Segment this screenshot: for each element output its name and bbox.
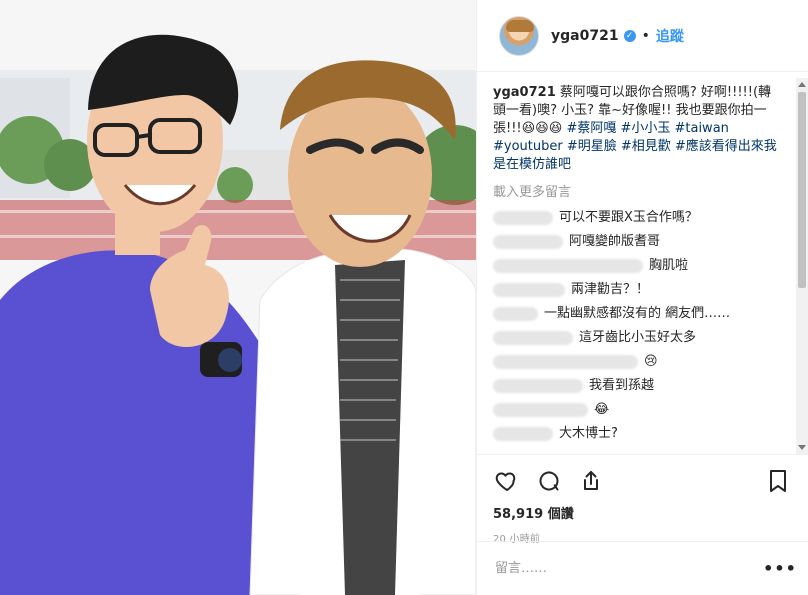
blurred-username bbox=[493, 379, 583, 393]
share-icon[interactable] bbox=[577, 467, 605, 495]
comment-row: 一點幽默感都沒有的 網友們…… bbox=[493, 302, 784, 326]
comment-icon[interactable] bbox=[535, 467, 563, 495]
likes-count[interactable]: 58,919 個讚 bbox=[493, 503, 792, 522]
post-sidebar: yga0721 ✓ • 追蹤 yga0721 蔡阿嘎可以跟你合照嗎? 好啊!!!… bbox=[476, 0, 808, 595]
comment-text: 兩津勸吉？！ bbox=[571, 282, 650, 297]
heart-icon[interactable] bbox=[493, 467, 521, 495]
blurred-username bbox=[493, 283, 565, 297]
scroll-up-icon[interactable] bbox=[798, 82, 806, 87]
comment-text: 可以不要跟X玉合作嗎？ bbox=[559, 210, 698, 225]
blurred-username bbox=[493, 355, 638, 369]
comment-text: 一點幽默感都沒有的 網友們…… bbox=[544, 306, 731, 321]
comment-text: 這牙齒比小玉好太多 bbox=[579, 330, 697, 345]
comment-row: 這牙齒比小玉好太多 bbox=[493, 326, 784, 350]
dot-separator: • bbox=[641, 27, 650, 44]
verified-badge-icon: ✓ bbox=[623, 29, 636, 42]
comment-row: 😢 bbox=[493, 350, 784, 374]
comments-scrollbar[interactable] bbox=[796, 78, 808, 454]
username[interactable]: yga0721 bbox=[551, 28, 619, 44]
blurred-username bbox=[493, 235, 563, 249]
scroll-thumb[interactable] bbox=[798, 92, 806, 288]
comment-text: 胸肌啦 bbox=[649, 258, 689, 273]
blurred-username bbox=[493, 259, 643, 273]
avatar[interactable] bbox=[499, 15, 539, 56]
comment-row: 胸肌啦 bbox=[493, 254, 784, 278]
instagram-post-window: yga0721 ✓ • 追蹤 yga0721 蔡阿嘎可以跟你合照嗎? 好啊!!!… bbox=[0, 0, 808, 595]
action-icons bbox=[493, 467, 792, 495]
post-actions: 58,919 個讚 20 小時前 bbox=[477, 454, 808, 545]
comment-text: 大木博士? bbox=[559, 426, 618, 441]
more-options-icon[interactable]: ••• bbox=[763, 557, 796, 581]
caption: yga0721 蔡阿嘎可以跟你合照嗎? 好啊!!!!!(轉頭一看)噢? 小玉? … bbox=[493, 84, 784, 174]
caption-username[interactable]: yga0721 bbox=[493, 85, 556, 100]
scroll-down-icon[interactable] bbox=[798, 445, 806, 450]
follow-button[interactable]: 追蹤 bbox=[656, 26, 684, 46]
blurred-username bbox=[493, 211, 553, 225]
blurred-username bbox=[493, 427, 553, 441]
bookmark-icon[interactable] bbox=[764, 467, 792, 495]
blurred-username bbox=[493, 307, 538, 321]
post-header: yga0721 ✓ • 追蹤 bbox=[477, 0, 808, 72]
comment-text: 阿嘎變帥版耆哥 bbox=[569, 234, 661, 249]
blurred-username bbox=[493, 403, 588, 417]
comment-row: 大木博士? bbox=[493, 422, 784, 446]
comment-row: 我看到孫越 bbox=[493, 374, 784, 398]
comments-list[interactable]: yga0721 蔡阿嘎可以跟你合照嗎? 好啊!!!!!(轉頭一看)噢? 小玉? … bbox=[477, 84, 796, 454]
blurred-username bbox=[493, 331, 573, 345]
comment-input[interactable] bbox=[493, 560, 768, 577]
comment-text: 😢 bbox=[644, 354, 658, 369]
comment-text: 我看到孫越 bbox=[589, 378, 655, 393]
comment-row: 可以不要跟X玉合作嗎？ bbox=[493, 206, 784, 230]
post-photo[interactable] bbox=[0, 0, 476, 595]
comment-row: 兩津勸吉？！ bbox=[493, 278, 784, 302]
comment-text: 😂 bbox=[594, 402, 610, 417]
comment-row: 阿嘎變帥版耆哥 bbox=[493, 230, 784, 254]
comment-row: 😂 bbox=[493, 398, 784, 422]
load-more-comments[interactable]: 載入更多留言 bbox=[493, 184, 784, 202]
add-comment-bar: ••• bbox=[477, 541, 808, 595]
photo-illustration bbox=[0, 0, 476, 595]
